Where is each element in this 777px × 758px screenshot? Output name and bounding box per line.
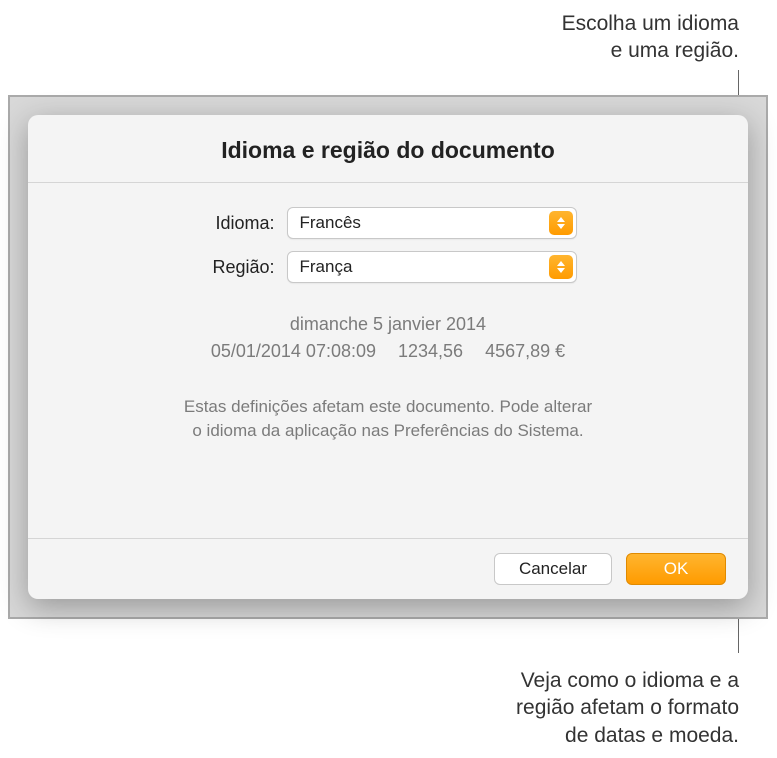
dialog-body: Idioma: Francês Região: França bbox=[28, 183, 748, 538]
preview-datetime: 05/01/2014 07:08:09 bbox=[211, 338, 376, 365]
dialog: Idioma e região do documento Idioma: Fra… bbox=[28, 115, 748, 599]
dialog-title: Idioma e região do documento bbox=[48, 137, 728, 164]
language-popup[interactable]: Francês bbox=[287, 207, 577, 239]
ok-button-label: OK bbox=[664, 559, 689, 579]
preview-long-date: dimanche 5 janvier 2014 bbox=[211, 311, 565, 338]
callout-bottom: Veja como o idioma e a região afetam o f… bbox=[339, 667, 739, 749]
preview-row: 05/01/2014 07:08:09 1234,56 4567,89 € bbox=[211, 338, 565, 365]
callout-top: Escolha um idioma e uma região. bbox=[339, 10, 739, 65]
region-value: França bbox=[300, 257, 353, 277]
region-popup[interactable]: França bbox=[287, 251, 577, 283]
preview-number: 1234,56 bbox=[398, 338, 463, 365]
callout-bottom-text: Veja como o idioma e a região afetam o f… bbox=[516, 669, 739, 747]
cancel-button-label: Cancelar bbox=[519, 559, 587, 579]
help-text: Estas definições afetam este documento. … bbox=[184, 395, 592, 443]
form-row-region: Região: França bbox=[200, 251, 577, 283]
up-down-arrow-icon bbox=[549, 255, 573, 279]
screenshot-frame: Idioma e região do documento Idioma: Fra… bbox=[8, 95, 768, 619]
preview-currency: 4567,89 € bbox=[485, 338, 565, 365]
region-label: Região: bbox=[200, 257, 275, 278]
callout-top-text: Escolha um idioma e uma região. bbox=[562, 12, 739, 62]
dialog-header: Idioma e região do documento bbox=[28, 115, 748, 183]
ok-button[interactable]: OK bbox=[626, 553, 726, 585]
cancel-button[interactable]: Cancelar bbox=[494, 553, 612, 585]
dialog-footer: Cancelar OK bbox=[28, 538, 748, 599]
language-value: Francês bbox=[300, 213, 361, 233]
up-down-arrow-icon bbox=[549, 211, 573, 235]
form-rows: Idioma: Francês Região: França bbox=[200, 207, 577, 283]
form-row-language: Idioma: Francês bbox=[200, 207, 577, 239]
language-label: Idioma: bbox=[200, 213, 275, 234]
format-preview: dimanche 5 janvier 2014 05/01/2014 07:08… bbox=[211, 311, 565, 365]
